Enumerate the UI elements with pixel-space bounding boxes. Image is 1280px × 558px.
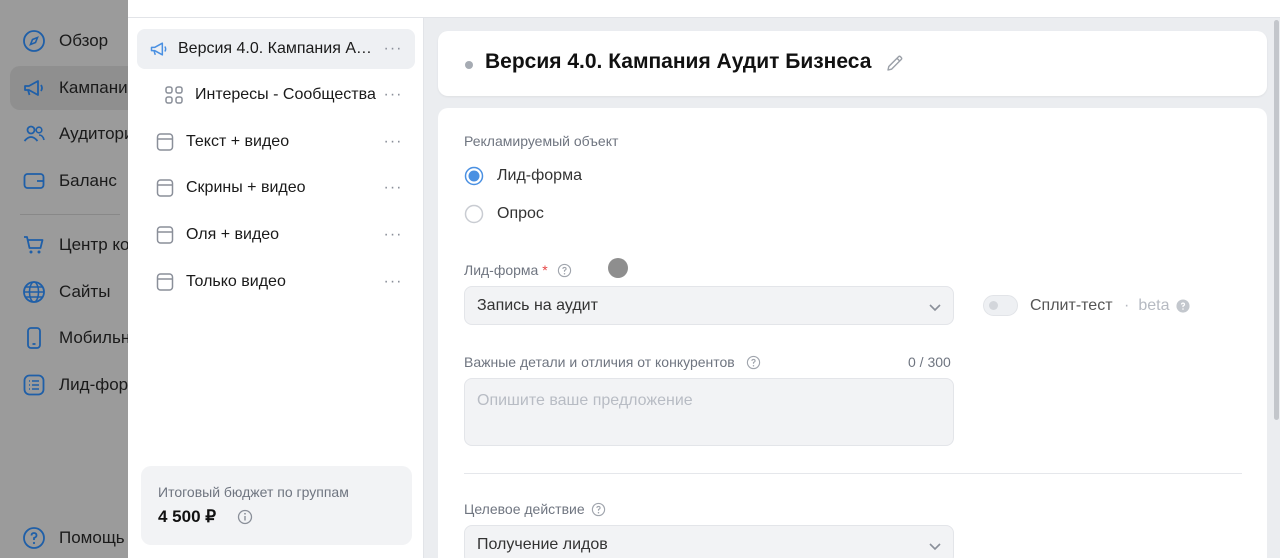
globe-icon (23, 281, 45, 303)
nav-item-audiences[interactable]: Аудитории (0, 112, 143, 156)
split-test-label: Сплит-тест (1030, 297, 1113, 314)
leadform-select-value: Запись на аудит (477, 297, 598, 314)
help-icon[interactable] (746, 355, 761, 370)
advertised-object-label: Рекламируемый объект (464, 133, 619, 149)
section-divider (464, 473, 1242, 474)
budget-summary: Итоговый бюджет по группам 4 500 ₽ (141, 466, 412, 545)
radio-leadform-label[interactable]: Лид-форма (497, 167, 582, 185)
list-icon (23, 374, 45, 396)
campaign-title-card: Версия 4.0. Кампания Аудит Бизнеса (438, 31, 1267, 96)
details-textarea[interactable] (464, 378, 954, 446)
details-label: Важные детали и отличия от конкурентов (464, 354, 735, 370)
group-name: Версия 4.0. Кампания Аудит Бизнеса (178, 40, 373, 57)
budget-label: Итоговый бюджет по группам (158, 484, 349, 500)
target-action-select[interactable]: Получение лидов (464, 525, 954, 558)
nav-item-campaigns[interactable]: Кампании (10, 66, 140, 110)
nav-divider (20, 214, 120, 215)
info-icon[interactable] (237, 509, 253, 525)
group-name: Только видео (186, 273, 286, 290)
group-item-ad-2[interactable]: Скрины + видео ··· (137, 168, 415, 208)
users-icon (23, 125, 45, 142)
group-name: Оля + видео (186, 226, 280, 243)
grid-icon (164, 85, 184, 105)
leadform-field-label: Лид-форма * (464, 262, 548, 278)
group-name: Текст + видео (186, 133, 290, 150)
group-item-interests[interactable]: Интересы - Сообщества ··· (137, 75, 415, 115)
nav-item-label: Сайты (59, 282, 111, 301)
more-icon[interactable]: ··· (383, 178, 403, 198)
more-icon[interactable]: ··· (383, 225, 403, 245)
radio-survey[interactable] (464, 204, 484, 224)
toggle-knob (989, 301, 998, 310)
modal-header-strip (128, 0, 1280, 18)
group-name: Скрины + видео (186, 179, 306, 196)
megaphone-icon (149, 39, 169, 59)
status-dot (465, 61, 473, 69)
group-name: Интересы - Сообщества (195, 86, 376, 103)
megaphone-icon (24, 80, 43, 96)
more-icon[interactable]: ··· (383, 132, 403, 152)
compass-icon (23, 30, 45, 52)
ad-card-icon (155, 132, 175, 152)
required-mark: * (542, 262, 548, 278)
nav-item-label: Помощь (59, 528, 125, 547)
more-icon[interactable]: ··· (383, 272, 403, 292)
nav-item-mobile-apps[interactable]: Мобильные приложения (0, 316, 253, 360)
nav-item-sites[interactable]: Сайты (0, 270, 128, 314)
nav-item-label: Баланс (59, 171, 117, 190)
nav-item-label: Кампании (59, 78, 138, 97)
help-circle-icon (23, 527, 45, 549)
more-icon[interactable]: ··· (383, 85, 403, 105)
scrollbar[interactable] (1274, 20, 1279, 420)
background-sidebar: Обзор Кампании Аудитории Баланс Центр ко… (0, 0, 253, 558)
split-test-toggle[interactable] (983, 295, 1018, 316)
nav-item-help[interactable]: Помощь (0, 516, 128, 558)
help-icon[interactable] (591, 502, 606, 517)
nav-item-overview[interactable]: Обзор (0, 19, 128, 63)
wallet-icon (23, 173, 45, 189)
radio-leadform[interactable] (464, 166, 484, 186)
group-item-ad-1[interactable]: Текст + видео ··· (137, 122, 415, 162)
chevron-down-icon (929, 304, 941, 312)
nav-item-commerce[interactable]: Центр коммерции (0, 223, 200, 267)
more-icon[interactable]: ··· (383, 39, 403, 59)
leadform-select[interactable]: Запись на аудит (464, 286, 954, 325)
help-icon[interactable] (1176, 299, 1190, 313)
details-counter: 0 / 300 (908, 354, 951, 370)
target-action-label: Целевое действие (464, 501, 585, 517)
groups-panel: Версия 4.0. Кампания Аудит Бизнеса ··· И… (128, 18, 424, 558)
ad-card-icon (155, 178, 175, 198)
cart-icon (24, 236, 44, 254)
mouse-cursor (608, 258, 628, 278)
nav-item-balance[interactable]: Баланс (0, 159, 128, 203)
budget-value: 4 500 ₽ (158, 507, 217, 526)
chevron-down-icon (929, 543, 941, 551)
help-icon[interactable] (557, 263, 572, 278)
ad-card-icon (155, 225, 175, 245)
page-title: Версия 4.0. Кампания Аудит Бизнеса (485, 50, 872, 73)
campaign-editor-modal: Версия 4.0. Кампания Аудит Бизнеса ··· И… (128, 0, 1280, 558)
ad-card-icon (155, 272, 175, 292)
group-item-ad-3[interactable]: Оля + видео ··· (137, 215, 415, 255)
group-item-campaign[interactable]: Версия 4.0. Кампания Аудит Бизнеса ··· (137, 29, 415, 69)
pencil-icon[interactable] (885, 53, 905, 73)
group-item-ad-4[interactable]: Только видео ··· (137, 262, 415, 302)
nav-item-label: Обзор (59, 31, 109, 50)
phone-icon (27, 327, 41, 349)
radio-survey-label[interactable]: Опрос (497, 205, 544, 223)
beta-badge: · beta (1124, 297, 1170, 314)
nav-item-leadforms[interactable]: Лид-формы (0, 363, 152, 407)
target-action-select-value: Получение лидов (477, 536, 608, 553)
campaign-form: Рекламируемый объект Лид-форма Опрос Лид… (438, 108, 1267, 558)
